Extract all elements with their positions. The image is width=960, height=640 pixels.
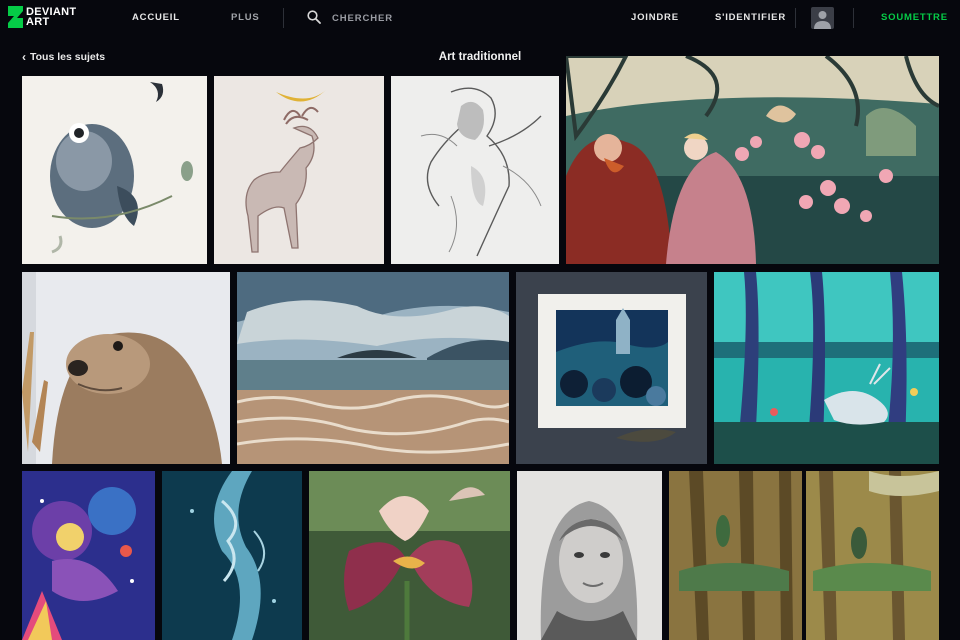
artwork-thumbnail-enchanted-forest-creature[interactable] bbox=[714, 272, 939, 464]
artwork-thumbnail-two-figures-forest[interactable] bbox=[566, 56, 939, 264]
submit-button[interactable]: SOUMETTRE bbox=[881, 12, 948, 23]
page-title: Art traditionnel bbox=[438, 51, 522, 63]
artwork-thumbnail-owl-watercolor[interactable] bbox=[22, 76, 207, 264]
artwork-thumbnail-deer-antler-moon[interactable] bbox=[214, 76, 384, 264]
nav-divider bbox=[795, 8, 796, 28]
artwork-thumbnail-iris-flower-watercolor[interactable] bbox=[309, 471, 510, 640]
nav-divider bbox=[283, 8, 284, 28]
nav-divider bbox=[853, 8, 854, 28]
artwork-thumbnail-woman-portrait-graphite[interactable] bbox=[517, 471, 662, 640]
artwork-thumbnail-otter-pencil[interactable] bbox=[22, 272, 230, 464]
chevron-left-icon: ‹ bbox=[22, 50, 26, 64]
back-to-all-topics-link[interactable]: ‹ Tous les sujets bbox=[22, 51, 105, 63]
artwork-thumbnail-pencil-figure-sketch[interactable] bbox=[391, 76, 559, 264]
back-link-label: Tous les sujets bbox=[30, 51, 106, 63]
deviantart-logo-icon bbox=[8, 6, 23, 28]
join-link[interactable]: JOINDRE bbox=[631, 12, 679, 23]
artwork-thumbnail-teal-wisp-figure[interactable] bbox=[162, 471, 302, 640]
artwork-thumbnail-forest-folk-diptych[interactable] bbox=[669, 471, 939, 640]
artwork-thumbnail-cosmic-owl-girl[interactable] bbox=[22, 471, 155, 640]
avatar-icon[interactable] bbox=[811, 7, 834, 29]
top-nav-bar: DEVIANT ART ACCUEIL PLUS JOINDRE S'IDENT… bbox=[0, 0, 960, 36]
deviantart-logo[interactable]: DEVIANT ART bbox=[8, 6, 76, 28]
logo-text: DEVIANT ART bbox=[26, 6, 77, 28]
signin-link[interactable]: S'IDENTIFIER bbox=[715, 12, 786, 23]
nav-more-link[interactable]: PLUS bbox=[231, 12, 260, 23]
nav-home-link[interactable]: ACCUEIL bbox=[132, 12, 180, 23]
search-icon[interactable] bbox=[307, 10, 321, 24]
search-input[interactable] bbox=[332, 9, 572, 27]
artwork-thumbnail-seascape-painting[interactable] bbox=[237, 272, 509, 464]
artwork-thumbnail-matted-castle-watercolor[interactable] bbox=[516, 272, 707, 464]
